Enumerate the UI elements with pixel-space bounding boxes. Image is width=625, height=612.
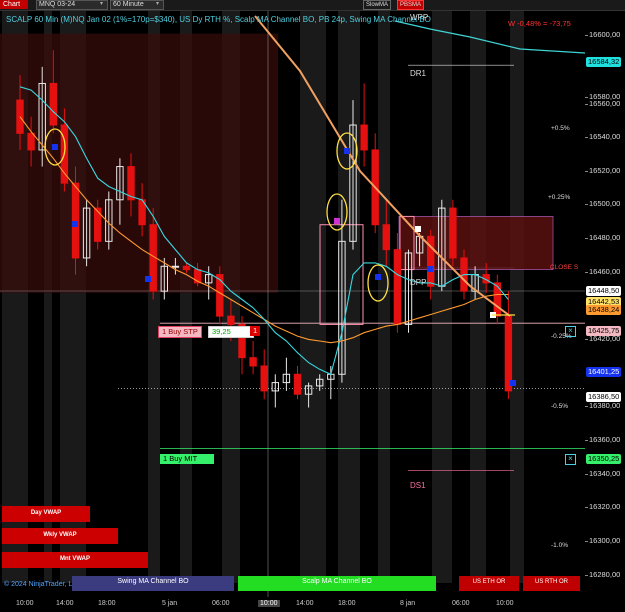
signal-marker — [72, 221, 78, 227]
scalp-ma-channel-bar: Scalp MA Channel BO — [238, 576, 436, 591]
session-band — [432, 11, 452, 583]
slow-ma-price-label: 16438,24 — [586, 305, 622, 315]
candle-body — [393, 249, 402, 325]
x-tick-label: 10:00 — [16, 600, 34, 607]
candle-body — [216, 274, 224, 317]
signal-marker — [344, 148, 350, 154]
last-price-label: 16448,50 — [586, 286, 622, 296]
pbsma-toggle[interactable]: PBSMA — [397, 0, 425, 10]
signal-marker — [415, 226, 421, 232]
y-tick-label: 16480,00 — [584, 233, 621, 242]
signal-marker — [334, 218, 340, 224]
swing-ma-channel-bar: Swing MA Channel BO — [72, 576, 234, 591]
x-tick-label: 06:00 — [212, 600, 230, 607]
y-tick-label: 16460,00 — [584, 267, 621, 276]
wpp-label: WPP — [410, 13, 429, 22]
x-tick-label: 06:00 — [452, 600, 470, 607]
close-icon[interactable]: × — [565, 326, 576, 337]
x-tick-label: 14:00 — [296, 600, 314, 607]
x-tick-label: 14:00 — [56, 600, 74, 607]
candle-body — [293, 373, 302, 395]
monthly-vwap-badge: Mnt VWAP — [2, 552, 148, 568]
instrument-selector[interactable]: MNQ 03-24 — [36, 0, 108, 10]
pct-label: +0.5% — [551, 125, 570, 132]
session-band — [300, 11, 326, 583]
pct-label: +0.25% — [548, 194, 571, 201]
close-s-label: CLOSE S — [550, 264, 579, 271]
x-tick-label: 18:00 — [338, 600, 356, 607]
x-tick-label: 18:00 — [98, 600, 116, 607]
buy-stop-price[interactable]: 39,25 — [208, 326, 254, 338]
y-tick-label: 16560,00 — [584, 99, 621, 108]
x-tick-label: 5 jan — [162, 600, 178, 607]
us-eth-or-bar: US ETH OR — [459, 576, 519, 591]
y-tick-label: 16300,00 — [584, 536, 621, 545]
candle-body — [27, 132, 35, 151]
signal-marker — [427, 266, 433, 272]
y-tick-label: 16520,00 — [584, 166, 621, 175]
candle-body — [182, 265, 191, 271]
pct-label: -1.0% — [551, 542, 568, 549]
price-label: 16386,50 — [586, 392, 622, 402]
us-rth-or-bar: US RTH OR — [523, 576, 580, 591]
signal-marker — [375, 274, 381, 280]
chart-toolbar: Chart MNQ 03-24 ▾ 60 Minute ▾ SlowMA PBS… — [0, 0, 625, 11]
price-label: 16401,25 — [586, 367, 622, 377]
buy-stop-order-label[interactable]: 1 Buy STP — [158, 326, 202, 338]
y-tick-label: 16360,00 — [584, 435, 621, 444]
chart-tab[interactable]: Chart — [0, 0, 28, 9]
signal-marker — [145, 276, 151, 282]
chart-title: SCALP 60 Min (M)NQ Jan 02 (1%=170p=$340)… — [6, 15, 431, 24]
buy-stop-qty[interactable]: 1 — [250, 326, 261, 336]
dr1-label: DR1 — [410, 69, 427, 78]
weekly-vwap-badge: Wkly VWAP — [2, 528, 118, 544]
y-tick-label: 16600,00 — [584, 30, 621, 39]
y-tick-label: 16320,00 — [584, 502, 621, 511]
y-tick-label: 16380,00 — [584, 401, 621, 410]
y-tick-label: 16340,00 — [584, 469, 621, 478]
session-band — [510, 11, 524, 583]
signal-marker — [52, 144, 58, 150]
chevron-down-icon: ▾ — [156, 1, 160, 7]
dpp-label: DPP — [410, 278, 427, 287]
candle-body — [382, 224, 391, 251]
candle-body — [71, 182, 80, 259]
candle-body — [449, 207, 457, 259]
y-tick-label: 16500,00 — [584, 199, 621, 208]
x-tick-label: 8 jan — [400, 600, 416, 607]
candle-body — [360, 124, 368, 151]
candle-body — [493, 282, 502, 317]
time-axis[interactable]: 10:00 14:00 18:00 5 jan 06:00 10:00 14:0… — [0, 598, 625, 612]
candle-body — [504, 315, 513, 392]
close-icon[interactable]: × — [565, 454, 576, 465]
candle-body — [171, 265, 180, 268]
week-change-label: W -0,48% = -73,75 — [508, 19, 571, 28]
candle-body — [49, 82, 57, 126]
candle-body — [127, 166, 135, 201]
pct-label: -0.5% — [551, 403, 568, 410]
signal-marker — [510, 380, 516, 386]
price-axis[interactable]: 16600,00 16580,00 16560,00 16540,00 1652… — [584, 11, 625, 597]
buy-mit-order-label[interactable]: 1 Buy MIT — [160, 454, 214, 464]
mit-order-price-label: 16350,25 — [586, 454, 622, 464]
y-tick-label: 16280,00 — [584, 570, 621, 579]
weekly-ma-price-label: 16584,32 — [586, 57, 622, 67]
candle-body — [260, 365, 268, 392]
slowma-toggle[interactable]: SlowMA — [363, 0, 392, 10]
candle-body — [249, 357, 257, 367]
close-zone — [398, 216, 554, 270]
crosshair-time-label: 10:00 — [258, 600, 280, 607]
day-vwap-badge: Day VWAP — [2, 506, 90, 522]
candle-body — [227, 315, 235, 325]
x-tick-label: 10:00 — [496, 600, 514, 607]
ds1-label: DS1 — [410, 481, 426, 490]
stop-order-price-label: 16425,75 — [586, 326, 622, 336]
chevron-down-icon: ▾ — [100, 1, 104, 7]
copyright: © 2024 NinjaTrader, LLC — [4, 581, 82, 588]
y-tick-label: 16540,00 — [584, 132, 621, 141]
